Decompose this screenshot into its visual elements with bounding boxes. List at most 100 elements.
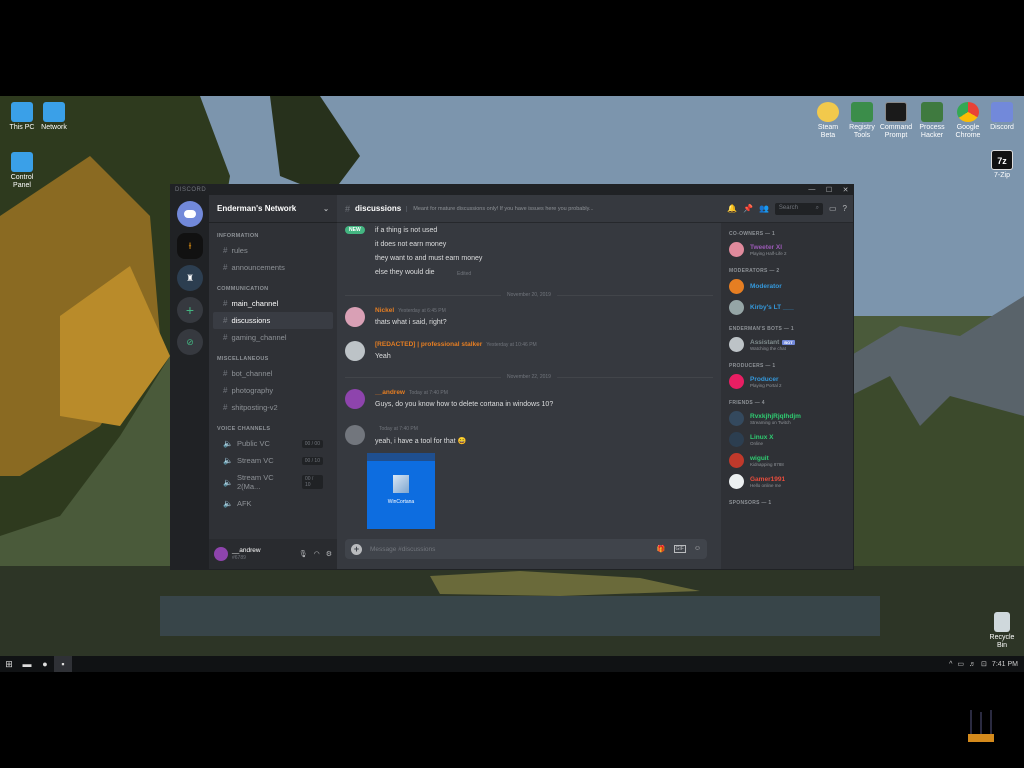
desktop-icon-cmd[interactable]: Command Prompt xyxy=(878,102,914,140)
add-server-button[interactable]: + xyxy=(177,297,203,323)
category-miscellaneous[interactable]: MISCELLANEOUS xyxy=(209,346,337,365)
channel-bot-channel[interactable]: # bot_channel xyxy=(213,365,333,382)
message-text: thats what i said, right? xyxy=(375,319,447,326)
channel-shitposting-v2[interactable]: # shitposting-v2 xyxy=(213,399,333,416)
avatar xyxy=(729,300,744,315)
message-author[interactable]: [REDACTED] | professional stalker Yesterd… xyxy=(375,341,537,348)
home-button[interactable] xyxy=(177,201,203,227)
channel-main-channel[interactable]: # main_channel xyxy=(213,295,333,312)
desktop-icon-this-pc[interactable]: This PC xyxy=(4,102,40,132)
bell-icon[interactable]: 🔔 xyxy=(727,204,737,213)
voice-channel-public-vc[interactable]: 🔈 Public VC 00 / 00 xyxy=(213,435,333,452)
message-author[interactable]: Today at 7:40 PM xyxy=(375,425,418,432)
avatar[interactable] xyxy=(214,547,228,561)
desktop-icon-7zip[interactable]: 7z 7-Zip xyxy=(984,150,1020,180)
category-information[interactable]: INFORMATION xyxy=(209,223,337,242)
control-panel-icon xyxy=(11,152,33,172)
gear-icon[interactable]: ⚙ xyxy=(326,550,332,558)
message-composer[interactable]: + Message #discussions 🎁 GIF ☺ xyxy=(345,539,707,559)
voice-user-count: 00 / 00 xyxy=(301,439,323,448)
desktop-icon-process[interactable]: Process Hacker xyxy=(914,102,950,140)
channel-topic[interactable]: Meant for mature discussions only! If yo… xyxy=(406,205,594,212)
server-header[interactable]: Enderman's Network ⌄ xyxy=(209,195,337,223)
channel-photography[interactable]: # photography xyxy=(213,382,333,399)
image-attachment[interactable]: WinCortana xyxy=(367,453,435,529)
clock[interactable]: 7:41 PM xyxy=(992,661,1018,668)
help-icon[interactable]: ? xyxy=(843,204,847,213)
channel-announcements[interactable]: # announcements xyxy=(213,259,333,276)
channel-discussions[interactable]: # discussions xyxy=(213,312,333,329)
role-header: CO-OWNERS — 1 xyxy=(729,231,776,237)
desktop-icon-registry[interactable]: Registry Tools xyxy=(844,102,880,140)
avatar[interactable] xyxy=(345,307,365,327)
message-timestamp: Yesterday at 10:46 PM xyxy=(486,342,537,348)
tray-chevron-icon[interactable]: ^ xyxy=(949,661,952,668)
chrome-taskbar-icon[interactable]: ● xyxy=(36,656,54,672)
message-author[interactable]: __andrew Today at 7:40 PM xyxy=(375,389,448,396)
message-timestamp: Today at 7:40 PM xyxy=(379,426,418,432)
headphones-icon[interactable]: ◠ xyxy=(314,550,320,558)
desktop-icon-chrome[interactable]: Google Chrome xyxy=(950,102,986,140)
member-item[interactable]: Moderator xyxy=(721,276,853,297)
explore-servers-button[interactable]: ⊘ xyxy=(177,329,203,355)
server-icon-other[interactable]: ♜ xyxy=(177,265,203,291)
voice-channel-afk[interactable]: 🔈 AFK xyxy=(213,495,333,512)
category-communication[interactable]: COMMUNICATION xyxy=(209,276,337,295)
discord-window: DISCORD — ☐ ✕ Ɨ ♜ + ⊘ Enderman's Network… xyxy=(170,184,854,570)
gif-button[interactable]: GIF xyxy=(673,545,686,553)
server-list: Ɨ ♜ + ⊘ xyxy=(171,195,209,569)
message-timestamp: Today at 7:40 PM xyxy=(409,390,448,396)
pin-icon[interactable]: 📌 xyxy=(743,204,753,213)
avatar xyxy=(729,337,744,352)
member-item[interactable]: wiguit Kidnapping 8788 xyxy=(721,450,853,471)
close-button[interactable]: ✕ xyxy=(843,186,849,194)
new-messages-badge[interactable]: NEW xyxy=(345,226,365,234)
inbox-icon[interactable]: ▭ xyxy=(829,204,837,213)
members-icon[interactable]: 👥 xyxy=(759,204,769,213)
file-explorer-icon[interactable]: ▬ xyxy=(18,656,36,672)
computer-icon xyxy=(11,102,33,122)
server-icon-endermans-network[interactable]: Ɨ xyxy=(177,233,203,259)
channel-header: # discussions Meant for mature discussio… xyxy=(337,195,721,223)
start-button[interactable]: ⊞ xyxy=(0,656,18,672)
desktop-icon-discord[interactable]: Discord xyxy=(984,102,1020,132)
discord-taskbar-icon[interactable]: ▪ xyxy=(54,656,72,672)
member-item[interactable]: Linux X Online xyxy=(721,429,853,450)
member-item[interactable]: Producer Playing Portal 2 xyxy=(721,371,853,392)
avatar xyxy=(729,474,744,489)
volume-icon[interactable]: ♬ xyxy=(969,661,976,668)
search-input[interactable]: Search ⌕ xyxy=(774,202,823,215)
system-tray: ^ ▭ ♬ ⊡ 7:41 PM xyxy=(949,660,1024,669)
microphone-icon[interactable]: 🎙 xyxy=(299,550,308,558)
category-voice-channels[interactable]: VOICE CHANNELS xyxy=(209,416,337,435)
notifications-icon[interactable]: ⊡ xyxy=(981,660,987,668)
user-tag: #6789 xyxy=(232,555,246,561)
voice-channel-stream-vc[interactable]: 🔈 Stream VC 00 / 10 xyxy=(213,452,333,469)
voice-channel-stream-vc-2[interactable]: 🔈 Stream VC 2(Ma... 00 / 10 xyxy=(213,469,333,495)
member-item[interactable]: Tweeter XI Playing Half-Life 2 xyxy=(721,239,853,260)
desktop-icon-recycle-bin[interactable]: Recycle Bin xyxy=(984,612,1020,650)
member-item[interactable]: Assistant BOT Watching the chat xyxy=(721,334,853,355)
channel-rules[interactable]: # rules xyxy=(213,242,333,259)
avatar[interactable] xyxy=(345,425,365,445)
battery-icon[interactable]: ▭ xyxy=(957,660,964,668)
desktop-icon-steam[interactable]: Steam Beta xyxy=(810,102,846,140)
gift-icon[interactable]: 🎁 xyxy=(657,545,666,553)
hash-icon: # xyxy=(223,386,228,395)
emoji-icon[interactable]: ☺ xyxy=(694,545,701,553)
avatar[interactable] xyxy=(345,341,365,361)
maximize-button[interactable]: ☐ xyxy=(826,186,833,194)
member-item[interactable]: RvxkjhjRjqlhdjm Streaming on Twitch xyxy=(721,408,853,429)
message-text: Guys, do you know how to delete cortana … xyxy=(375,401,554,408)
composer-placeholder: Message #discussions xyxy=(370,545,436,553)
member-item[interactable]: Kirby's LT ___ xyxy=(721,297,853,318)
avatar[interactable] xyxy=(345,389,365,409)
upload-button[interactable]: + xyxy=(351,543,362,555)
hash-icon: # xyxy=(223,299,228,308)
minimize-button[interactable]: — xyxy=(808,186,816,194)
member-item[interactable]: Gamer1991 Hello online me xyxy=(721,471,853,492)
desktop-icon-control-panel[interactable]: Control Panel xyxy=(4,152,40,190)
desktop-icon-network[interactable]: Network xyxy=(36,102,72,132)
channel-gaming-channel[interactable]: # gaming_channel xyxy=(213,329,333,346)
message-author[interactable]: Nickel Yesterday at 6:45 PM xyxy=(375,307,446,314)
